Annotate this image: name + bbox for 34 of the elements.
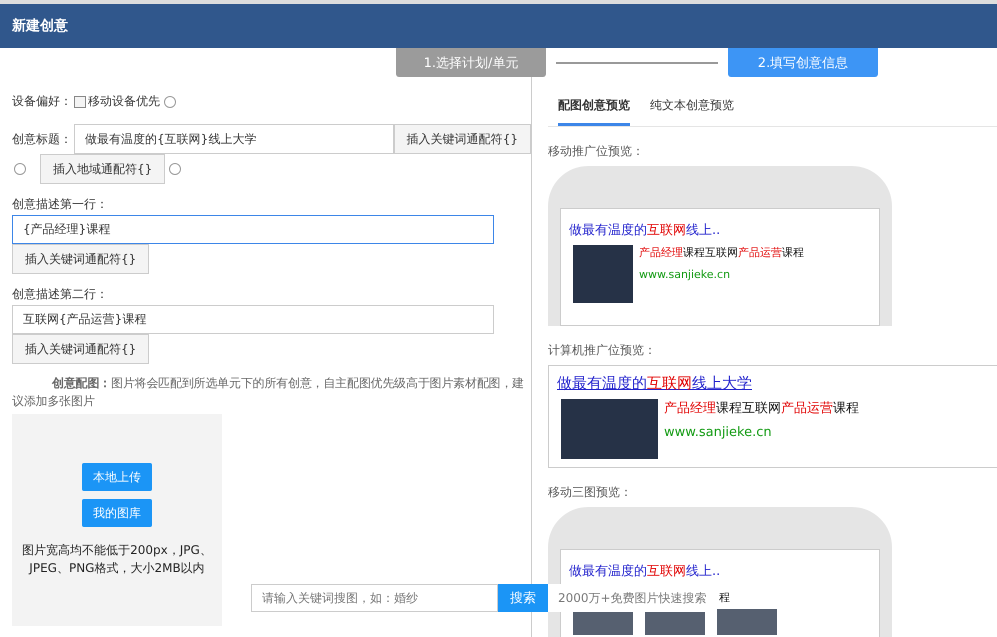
ad-title[interactable]: 做最有温度的互联网线上.. bbox=[569, 221, 871, 239]
field-label: 创意描述第二行： bbox=[12, 286, 108, 303]
image-hint: 创意配图：图片将会匹配到所选单元下的所有创意，自主配图优先级高于图片素材配图，建议添加多张图片 bbox=[12, 375, 526, 410]
checkbox[interactable] bbox=[74, 96, 86, 108]
description-field[interactable]: 互联网{产品运营}课程 bbox=[12, 305, 494, 334]
title-field[interactable]: 做最有温度的{互联网}线上大学 bbox=[74, 124, 394, 154]
preview-tab[interactable]: 纯文本创意预览 bbox=[650, 91, 734, 126]
ad-description: 程 bbox=[719, 590, 730, 605]
section-label: 移动三图预览： bbox=[548, 484, 633, 501]
description-field[interactable]: {产品经理}课程 bbox=[12, 215, 494, 244]
insert-keyword-button[interactable]: 插入关键词通配符{} bbox=[12, 334, 150, 364]
ad-url: www.sanjieke.cn bbox=[664, 425, 773, 440]
ad-description: 产品经理课程互联网产品运营课程 bbox=[664, 400, 859, 417]
help-icon[interactable] bbox=[164, 96, 176, 108]
photo-placeholder bbox=[573, 245, 633, 303]
preview-tab[interactable]: 配图创意预览 bbox=[558, 91, 630, 126]
help-icon[interactable] bbox=[14, 163, 26, 175]
ad-title[interactable]: 做最有温度的互联网线上.. bbox=[569, 562, 871, 580]
ad-description: 产品经理课程互联网产品运营课程 bbox=[639, 245, 804, 260]
section-label: 移动推广位预览： bbox=[548, 143, 645, 160]
dialog-title: 新建创意 bbox=[0, 4, 997, 48]
field-label: 创意描述第一行： bbox=[12, 196, 108, 213]
section-label: 计算机推广位预览： bbox=[548, 342, 657, 359]
help-icon[interactable] bbox=[169, 163, 182, 175]
insert-keyword-button[interactable]: 插入关键词通配符{} bbox=[12, 244, 150, 274]
image-search-field[interactable]: 请输入关键词搜图，如：婚纱 bbox=[251, 584, 498, 612]
insert-keyword-button[interactable]: 插入关键词通配符{} bbox=[394, 124, 531, 154]
field-label: 设备偏好： bbox=[12, 93, 72, 110]
field-label: 创意标题： bbox=[12, 130, 72, 148]
insert-region-button[interactable]: 插入地域通配符{} bbox=[40, 154, 166, 184]
ad-url: www.sanjieke.cn bbox=[639, 268, 732, 281]
checkbox-label: 移动设备优先 bbox=[88, 93, 160, 110]
upload-note: 图片宽高均不能低于200px，JPG、JPEG、PNG格式，大小2MB以内 bbox=[22, 542, 212, 577]
photo-placeholder bbox=[717, 609, 777, 635]
